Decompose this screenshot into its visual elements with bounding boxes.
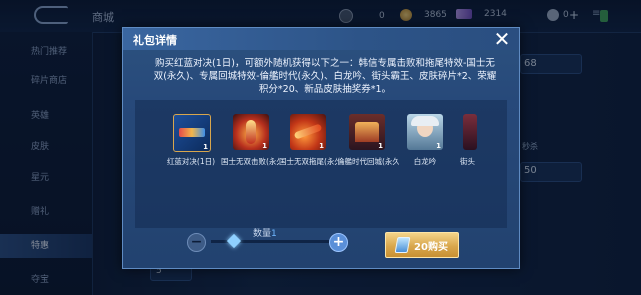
coupon-icon bbox=[394, 237, 411, 253]
red-blue-duel-card-icon[interactable]: 1 bbox=[173, 114, 211, 152]
item-qty: 1 bbox=[436, 142, 441, 150]
item-qty: 1 bbox=[378, 142, 383, 150]
item-name: 国士无双拖尾(永久) bbox=[279, 157, 337, 166]
pack-description: 购买红蓝对决(1日)，可额外随机获得以下之一：韩信专属击败和拖尾特效-国士无双(… bbox=[153, 58, 497, 95]
defeat-effect-icon[interactable]: 1 bbox=[233, 114, 269, 150]
recall-effect-icon[interactable]: 1 bbox=[349, 114, 385, 150]
decrease-quantity-button[interactable]: − bbox=[187, 233, 206, 252]
increase-quantity-button[interactable]: + bbox=[329, 233, 348, 252]
skin-portrait-icon[interactable]: 1 bbox=[407, 114, 443, 150]
item-name: 白龙吟 bbox=[413, 157, 437, 166]
buy-button[interactable]: 20购买 bbox=[385, 232, 459, 258]
gift-pack-dialog: 礼包详情 ✕ 购买红蓝对决(1日)，可额外随机获得以下之一：韩信专属击败和拖尾特… bbox=[122, 27, 520, 269]
item-qty: 1 bbox=[319, 142, 324, 150]
item-qty: 1 bbox=[262, 142, 267, 150]
quantity-label-text: 数量 bbox=[253, 229, 272, 239]
skin-portrait-icon[interactable] bbox=[463, 114, 477, 150]
quantity-label: 数量1 bbox=[253, 226, 277, 239]
close-icon[interactable]: ✕ bbox=[492, 29, 512, 50]
buy-label: 20购买 bbox=[414, 241, 448, 253]
quantity-value: 1 bbox=[271, 229, 277, 239]
items-panel: 1 1 1 1 1 红蓝对决(1日) 国士无双击败(永久) 国士无双拖尾(永久)… bbox=[135, 100, 507, 228]
item-name: 国士无双击败(永久) bbox=[221, 157, 279, 166]
item-name: 红蓝对决(1日) bbox=[166, 157, 216, 166]
trail-effect-icon[interactable]: 1 bbox=[290, 114, 326, 150]
item-name: 街头 bbox=[460, 157, 475, 166]
dialog-title: 礼包详情 bbox=[133, 34, 177, 47]
item-qty: 1 bbox=[203, 143, 208, 151]
dialog-header: 礼包详情 bbox=[123, 28, 519, 50]
item-name: 倫艦时代回城(永久) bbox=[337, 157, 399, 166]
slider-handle[interactable] bbox=[226, 233, 242, 249]
